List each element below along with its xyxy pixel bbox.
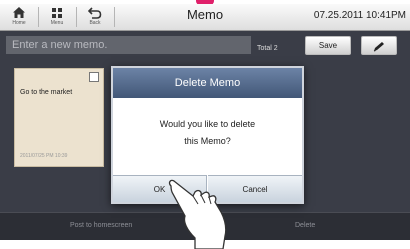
pen-icon	[373, 42, 384, 52]
menu-label: Menu	[50, 20, 64, 26]
nav-divider	[114, 7, 115, 27]
delete-button[interactable]: Delete	[295, 222, 315, 229]
status-datetime: 07.25.2011 10:41PM	[313, 10, 406, 21]
nav-divider	[38, 7, 39, 27]
memo-title: Go to the market	[20, 89, 73, 96]
page-title: Memo	[186, 7, 224, 22]
menu-button[interactable]: Menu	[40, 4, 74, 30]
memo-app-screen: Home Menu Back Memo 07.25.2011 10:41PM T…	[0, 0, 410, 249]
dialog-message-line: Would you like to delete	[159, 119, 256, 129]
dialog-title: Delete Memo	[113, 68, 302, 98]
memo-input-row: Total2 Save	[6, 35, 404, 57]
nav-divider	[76, 7, 77, 27]
dialog-message: Would you like to delete this Memo?	[113, 116, 302, 150]
back-label: Back	[89, 20, 101, 26]
back-icon	[78, 6, 112, 20]
menu-grid-icon	[40, 6, 74, 20]
back-button[interactable]: Back	[78, 4, 112, 30]
write-memo-button[interactable]	[361, 36, 397, 55]
home-button[interactable]: Home	[2, 4, 36, 30]
dialog-message-line: this Memo?	[184, 136, 231, 146]
save-button[interactable]: Save	[305, 36, 351, 55]
home-label: Home	[12, 20, 26, 26]
new-memo-input[interactable]	[6, 36, 251, 54]
memo-date: 2011/07/25 PM 10:39	[20, 153, 68, 159]
top-bar: Home Menu Back Memo 07.25.2011 10:41PM	[0, 4, 410, 31]
home-icon	[2, 6, 36, 20]
checkbox-icon[interactable]	[89, 72, 99, 82]
post-to-homescreen-button[interactable]: Post to homescreen	[70, 222, 132, 229]
total-label: Total	[257, 45, 272, 52]
total-count: 2	[273, 45, 278, 52]
memo-card[interactable]: Go to the market 2011/07/25 PM 10:39	[14, 68, 104, 167]
hand-pointer-icon	[168, 179, 227, 249]
total-counter: Total 2	[257, 45, 278, 52]
